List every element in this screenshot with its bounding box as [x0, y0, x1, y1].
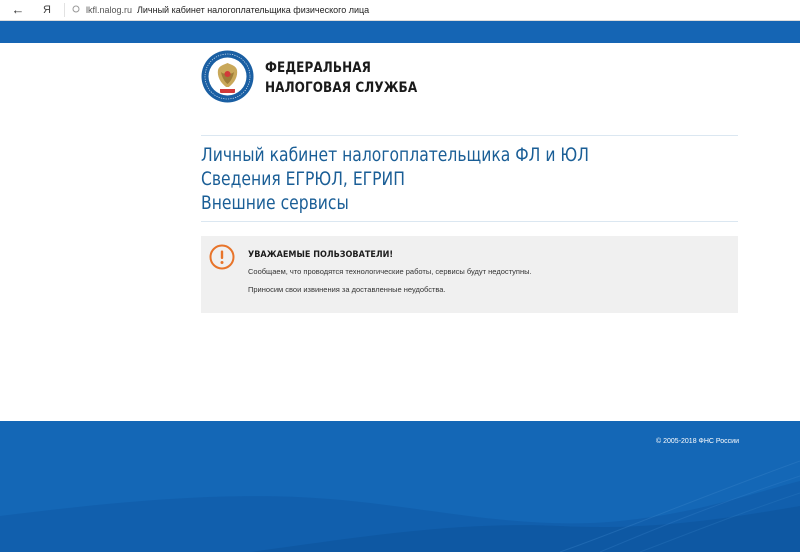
address-bar-title[interactable]: Личный кабинет налогоплательщика физичес… — [137, 4, 369, 16]
copyright: © 2005-2018 ФНС России — [656, 438, 739, 445]
footer: © 2005-2018 ФНС России — [0, 421, 800, 552]
notice-title: УВАЖАЕМЫЕ ПОЛЬЗОВАТЕЛИ! — [248, 250, 394, 260]
link-external-services[interactable]: Внешние сервисы — [201, 191, 644, 215]
divider-bottom — [201, 221, 738, 222]
brand-line-2: НАЛОГОВАЯ СЛУЖБА — [265, 80, 418, 96]
brand-line-1: ФЕДЕРАЛЬНАЯ — [265, 60, 372, 76]
top-blue-band — [0, 21, 800, 43]
divider-top — [201, 135, 738, 136]
back-arrow-icon[interactable]: ← — [10, 2, 26, 18]
fns-emblem-icon[interactable] — [201, 50, 254, 103]
notice-apology: Приносим свои извинения за доставленные … — [248, 285, 446, 294]
link-egrul-egrip[interactable]: Сведения ЕГРЮЛ, ЕГРИП — [201, 167, 644, 191]
address-bar-domain[interactable]: lkfl.nalog.ru — [86, 4, 132, 16]
browser-toolbar: ← Я lkfl.nalog.ru Личный кабинет налогоп… — [0, 0, 800, 21]
notice-message: Сообщаем, что проводятся технологические… — [248, 267, 532, 276]
toolbar-divider — [64, 3, 65, 17]
yandex-button[interactable]: Я — [43, 2, 51, 18]
site-info-icon[interactable] — [72, 4, 80, 14]
exclamation-circle-icon — [209, 244, 235, 270]
brand-name: ФЕДЕРАЛЬНАЯ НАЛОГОВАЯ СЛУЖБА — [265, 58, 445, 98]
link-personal-account[interactable]: Личный кабинет налогоплательщика ФЛ и ЮЛ — [201, 143, 644, 167]
maintenance-notice: УВАЖАЕМЫЕ ПОЛЬЗОВАТЕЛИ! Сообщаем, что пр… — [201, 236, 738, 313]
service-links: Личный кабинет налогоплательщика ФЛ и ЮЛ… — [201, 143, 741, 215]
